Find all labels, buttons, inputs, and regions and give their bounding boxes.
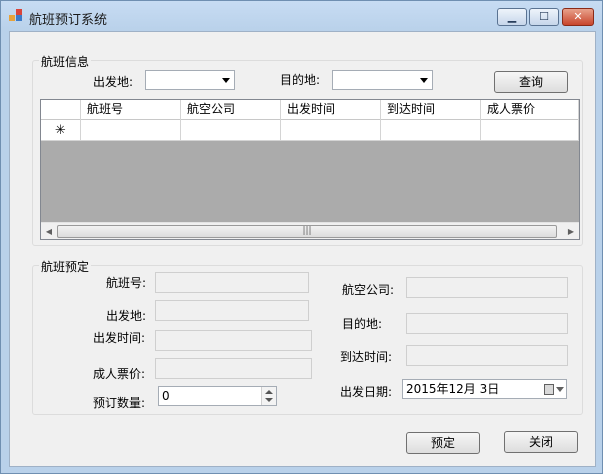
form-client-area: 航班信息 出发地: 目的地: 查询 航班号 航空公司 出发时间 到达时间 成人票… [9, 31, 596, 467]
adult-price-field [155, 358, 312, 379]
adult-price-label: 成人票价: [93, 367, 146, 381]
query-button[interactable]: 查询 [494, 71, 568, 93]
flight-no-field [155, 272, 309, 293]
chevron-down-icon [420, 78, 428, 83]
scroll-left-icon[interactable]: ◀ [41, 223, 57, 240]
quantity-value: 0 [162, 389, 170, 403]
table-cell[interactable] [81, 120, 181, 141]
grid-header: 航班号 航空公司 出发时间 到达时间 成人票价 [41, 100, 579, 120]
from-label: 出发地: [93, 75, 134, 89]
minimize-button[interactable]: ▁ [497, 8, 527, 26]
to-booking-field [406, 313, 568, 334]
spin-down-icon[interactable] [265, 398, 273, 402]
from-booking-label: 出发地: [106, 309, 147, 323]
spin-up-icon[interactable] [265, 390, 273, 394]
title-bar[interactable]: 航班预订系统 ▁ ☐ ✕ [1, 1, 602, 31]
chevron-down-icon [222, 78, 230, 83]
depart-time-label: 出发时间: [93, 331, 146, 345]
calendar-icon[interactable] [544, 384, 554, 395]
table-row-new[interactable]: ✳ [41, 120, 579, 141]
close-button[interactable]: 关闭 [504, 431, 578, 453]
maximize-button[interactable]: ☐ [529, 8, 559, 26]
quantity-label: 预订数量: [93, 396, 146, 410]
column-header-flight-no[interactable]: 航班号 [81, 100, 181, 120]
to-label: 目的地: [280, 73, 321, 87]
column-header-adult-price[interactable]: 成人票价 [481, 100, 579, 120]
book-button[interactable]: 预定 [406, 432, 480, 454]
depart-date-label: 出发日期: [340, 385, 393, 399]
from-select[interactable] [145, 70, 235, 90]
flight-no-label: 航班号: [106, 276, 147, 290]
window-title: 航班预订系统 [29, 13, 108, 28]
table-cell[interactable] [281, 120, 381, 141]
column-header-arrive-time[interactable]: 到达时间 [381, 100, 481, 120]
airline-label: 航空公司: [342, 283, 395, 297]
table-cell[interactable] [181, 120, 281, 141]
to-booking-label: 目的地: [342, 317, 383, 331]
grid-corner [41, 100, 81, 120]
scroll-right-icon[interactable]: ▶ [563, 223, 579, 240]
depart-date-picker[interactable]: 2015年12月 3日 [402, 379, 567, 399]
horizontal-scrollbar[interactable]: ◀ ||| ▶ [41, 222, 579, 239]
close-window-button[interactable]: ✕ [562, 8, 594, 26]
spin-buttons[interactable] [261, 387, 276, 405]
arrive-time-field [406, 345, 568, 366]
arrive-time-label: 到达时间: [340, 350, 393, 364]
from-booking-field [155, 300, 309, 321]
table-cell[interactable] [381, 120, 481, 141]
main-window: 航班预订系统 ▁ ☐ ✕ 航班信息 出发地: 目的地: 查询 航班号 航空公司 … [0, 0, 603, 474]
table-cell[interactable] [481, 120, 579, 141]
depart-time-field [155, 330, 312, 351]
column-header-airline[interactable]: 航空公司 [181, 100, 281, 120]
scroll-thumb[interactable]: ||| [57, 225, 557, 238]
depart-date-value: 2015年12月 3日 [406, 382, 500, 396]
flight-grid[interactable]: 航班号 航空公司 出发时间 到达时间 成人票价 ✳ ◀ ||| ▶ [40, 99, 580, 240]
chevron-down-icon[interactable] [556, 387, 564, 392]
flight-info-group-title: 航班信息 [39, 53, 92, 70]
to-select[interactable] [332, 70, 433, 90]
booking-group-title: 航班预定 [39, 258, 92, 275]
app-icon [9, 9, 23, 21]
column-header-depart-time[interactable]: 出发时间 [281, 100, 381, 120]
quantity-stepper[interactable]: 0 [158, 386, 277, 406]
airline-field [406, 277, 568, 298]
new-row-marker: ✳ [41, 120, 81, 141]
